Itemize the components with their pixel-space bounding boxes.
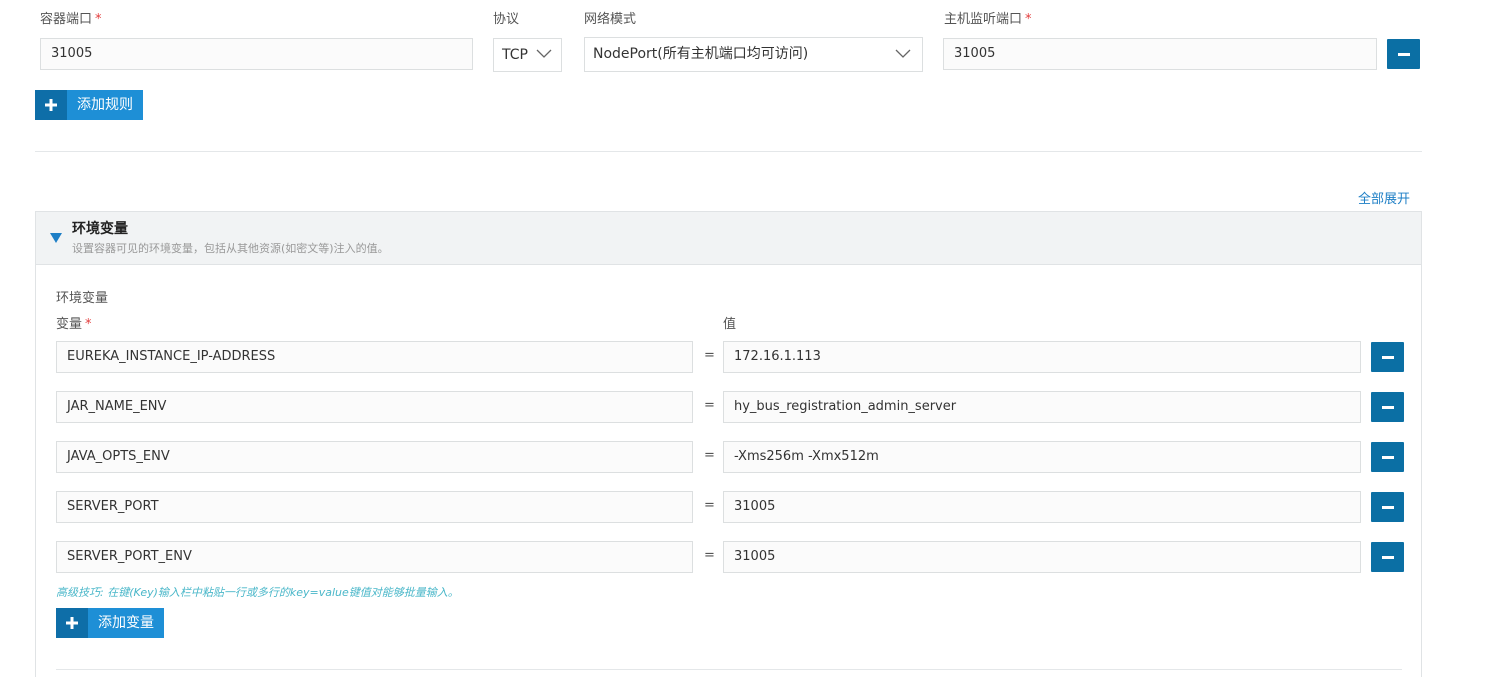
env-section-label: 环境变量 (56, 291, 109, 306)
env-key-input[interactable]: SERVER_PORT (56, 491, 693, 523)
plus-icon (56, 608, 88, 638)
minus-icon (1381, 505, 1394, 509)
equals-sign: = (704, 548, 715, 563)
host-port-label: 主机监听端口 * (944, 12, 1032, 27)
required-mark: * (1025, 12, 1032, 27)
remove-port-button[interactable] (1387, 39, 1420, 69)
env-key-input[interactable]: SERVER_PORT_ENV (56, 541, 693, 573)
equals-sign: = (704, 498, 715, 513)
env-panel-title: 环境变量 (72, 221, 128, 237)
protocol-select[interactable]: TCP (493, 38, 562, 72)
env-value-input[interactable]: 172.16.1.113 (723, 341, 1361, 373)
minus-icon (1397, 52, 1410, 56)
env-key-input[interactable]: JAVA_OPTS_ENV (56, 441, 693, 473)
network-mode-label: 网络模式 (584, 12, 637, 27)
chevron-down-icon (536, 49, 552, 58)
value-column-label: 值 (723, 317, 737, 332)
remove-env-button[interactable] (1371, 442, 1404, 472)
add-variable-button[interactable]: 添加变量 (56, 608, 164, 638)
equals-sign: = (704, 448, 715, 463)
remove-env-button[interactable] (1371, 492, 1404, 522)
plus-icon (35, 90, 67, 120)
env-value-input[interactable]: 31005 (723, 491, 1361, 523)
container-port-label: 容器端口 * (40, 12, 102, 27)
host-port-input[interactable]: 31005 (943, 38, 1377, 70)
minus-icon (1381, 405, 1394, 409)
protocol-value: TCP (502, 47, 528, 63)
panel-bottom-divider (56, 669, 1402, 670)
env-value-input[interactable]: -Xms256m -Xmx512m (723, 441, 1361, 473)
equals-sign: = (704, 398, 715, 413)
minus-icon (1381, 455, 1394, 459)
add-variable-label: 添加变量 (88, 608, 164, 638)
container-port-input[interactable]: 31005 (40, 38, 473, 70)
network-mode-select[interactable]: NodePort(所有主机端口均可访问) (584, 37, 923, 72)
remove-env-button[interactable] (1371, 542, 1404, 572)
equals-sign: = (704, 348, 715, 363)
batch-input-tip: 高级技巧: 在键(Key)输入栏中粘贴一行或多行的key=value键值对能够批… (56, 586, 459, 599)
env-key-input[interactable]: EUREKA_INSTANCE_IP-ADDRESS (56, 341, 693, 373)
section-divider (35, 151, 1422, 152)
minus-icon (1381, 555, 1394, 559)
env-value-input[interactable]: 31005 (723, 541, 1361, 573)
protocol-label: 协议 (493, 12, 520, 27)
caret-down-icon (50, 233, 62, 243)
required-mark: * (85, 317, 92, 332)
expand-all-link[interactable]: 全部展开 (1358, 188, 1410, 207)
add-rule-button[interactable]: 添加规则 (35, 90, 143, 120)
env-panel-header[interactable]: 环境变量 设置容器可见的环境变量，包括从其他资源(如密文等)注入的值。 (35, 211, 1422, 265)
remove-env-button[interactable] (1371, 342, 1404, 372)
key-column-label: 变量 * (56, 317, 92, 332)
minus-icon (1381, 355, 1394, 359)
chevron-down-icon (895, 49, 911, 58)
env-panel-subtitle: 设置容器可见的环境变量，包括从其他资源(如密文等)注入的值。 (72, 242, 389, 255)
env-value-input[interactable]: hy_bus_registration_admin_server (723, 391, 1361, 423)
remove-env-button[interactable] (1371, 392, 1404, 422)
env-key-input[interactable]: JAR_NAME_ENV (56, 391, 693, 423)
required-mark: * (95, 12, 102, 27)
add-rule-label: 添加规则 (67, 90, 143, 120)
network-mode-value: NodePort(所有主机端口均可访问) (593, 46, 809, 62)
